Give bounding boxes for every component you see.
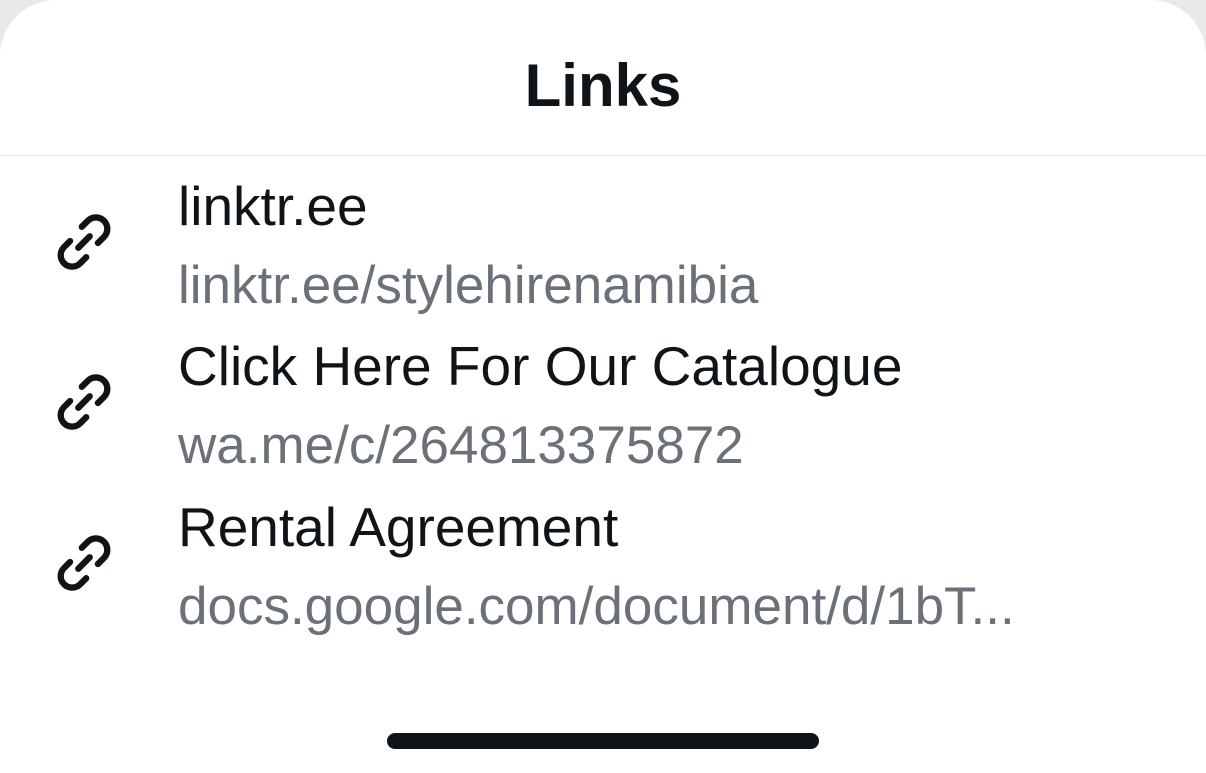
- link-item[interactable]: Rental Agreement docs.google.com/documen…: [0, 495, 1206, 655]
- links-sheet: Links linktr.ee linktr.ee/stylehirenamib…: [0, 0, 1206, 773]
- home-indicator[interactable]: [387, 733, 819, 749]
- sheet-header: Links: [0, 0, 1206, 155]
- link-icon: [57, 214, 111, 270]
- link-title: Rental Agreement: [178, 496, 619, 558]
- link-url: wa.me/c/264813375872: [178, 416, 744, 475]
- link-title: linktr.ee: [178, 175, 368, 237]
- link-url: docs.google.com/document/d/1bT...: [178, 577, 1015, 636]
- link-url: linktr.ee/stylehirenamibia: [178, 256, 759, 315]
- header-divider: [0, 155, 1206, 156]
- link-item[interactable]: linktr.ee linktr.ee/stylehirenamibia: [0, 174, 1206, 334]
- link-icon: [57, 374, 111, 430]
- sheet-title: Links: [524, 52, 682, 119]
- link-item[interactable]: Click Here For Our Catalogue wa.me/c/264…: [0, 334, 1206, 494]
- link-title: Click Here For Our Catalogue: [178, 335, 903, 397]
- link-icon: [57, 535, 111, 591]
